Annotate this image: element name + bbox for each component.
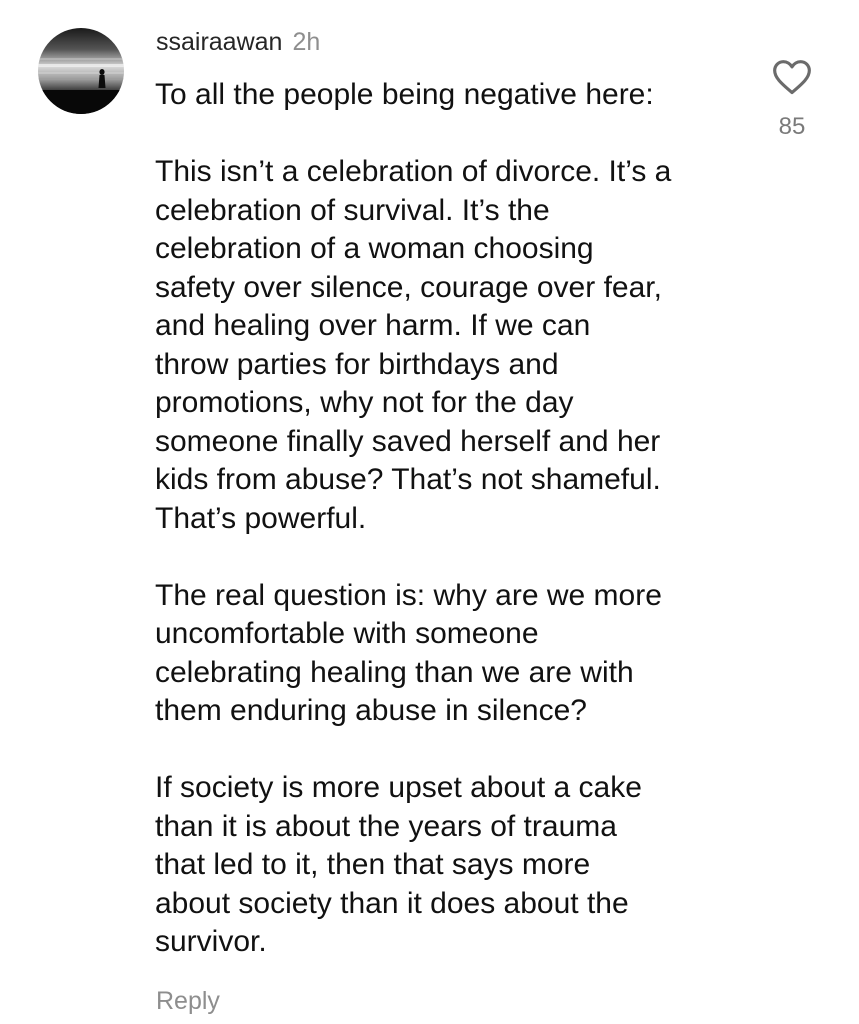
- comment-text: To all the people being negative here: T…: [155, 76, 755, 962]
- like-area: 85: [766, 58, 818, 141]
- comment-paragraph: This isn’t a celebration of divorce. It’…: [155, 155, 672, 535]
- comment: ssairaawan 2h To all the people being neg…: [0, 0, 859, 1024]
- avatar-image: [38, 28, 124, 114]
- comment-paragraph: To all the people being negative here:: [155, 78, 654, 111]
- username[interactable]: ssairaawan: [156, 28, 282, 56]
- comment-paragraph: The real question is: why are we more un…: [155, 578, 662, 728]
- heart-outline-icon[interactable]: [772, 58, 812, 96]
- avatar[interactable]: [38, 28, 124, 114]
- like-count: 85: [778, 113, 806, 140]
- timestamp: 2h: [292, 28, 321, 56]
- reply-button[interactable]: Reply: [156, 985, 220, 1017]
- comment-paragraph: If society is more upset about a cake th…: [155, 771, 642, 958]
- comment-header: ssairaawan 2h: [156, 27, 320, 57]
